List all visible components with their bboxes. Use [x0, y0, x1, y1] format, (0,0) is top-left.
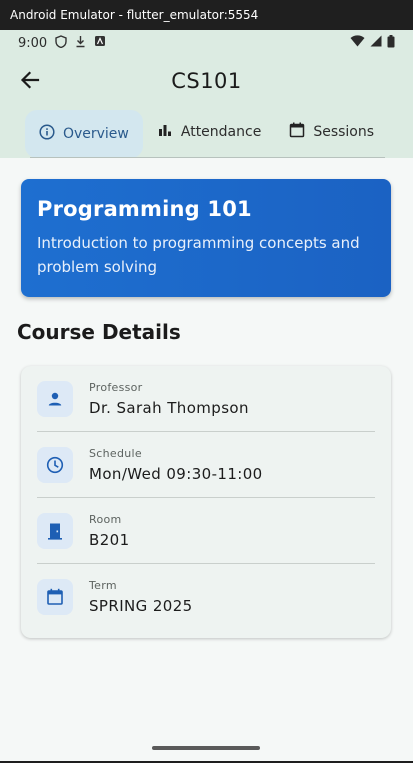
- download-icon: [75, 35, 86, 52]
- tab-divider: [30, 157, 385, 158]
- clock-icon: [37, 446, 73, 483]
- tab-bar: Overview Attendance Sessions: [0, 108, 413, 158]
- detail-value: Dr. Sarah Thompson: [89, 398, 249, 417]
- info-icon: [39, 124, 55, 144]
- tab-attendance-label: Attendance: [180, 124, 262, 140]
- status-right: [350, 34, 395, 52]
- person-icon: [37, 380, 73, 417]
- status-time: 9:00: [18, 35, 48, 51]
- course-details-card: Professor Dr. Sarah Thompson Schedule Mo…: [21, 366, 391, 638]
- detail-label: Term: [89, 579, 117, 592]
- detail-row-schedule: Schedule Mon/Wed 09:30-11:00: [37, 432, 375, 498]
- tab-attendance[interactable]: Attendance: [143, 108, 275, 156]
- detail-value: B201: [89, 530, 130, 549]
- home-indicator[interactable]: [152, 746, 260, 750]
- app-header: 9:00 CS101 Overview Attendance Sessions: [0, 30, 413, 158]
- tab-sessions-label: Sessions: [313, 124, 375, 140]
- status-left: 9:00: [18, 34, 106, 52]
- shield-icon: [55, 34, 67, 52]
- tab-overview[interactable]: Overview: [24, 110, 143, 158]
- detail-value: Mon/Wed 09:30-11:00: [89, 464, 263, 483]
- app-bar: CS101: [0, 56, 413, 108]
- course-hero-card: Programming 101 Introduction to programm…: [21, 179, 391, 297]
- detail-row-professor: Professor Dr. Sarah Thompson: [37, 366, 375, 432]
- battery-icon: [387, 34, 395, 52]
- section-title: Course Details: [17, 320, 181, 344]
- detail-row-term: Term SPRING 2025: [37, 564, 375, 630]
- calendar-icon: [289, 122, 305, 142]
- signal-icon: [370, 35, 382, 51]
- emulator-window-title: Android Emulator - flutter_emulator:5554: [0, 0, 413, 30]
- detail-row-room: Room B201: [37, 498, 375, 564]
- detail-label: Schedule: [89, 446, 142, 460]
- course-title: Programming 101: [37, 197, 252, 221]
- detail-label: Room: [89, 512, 122, 526]
- door-icon: [37, 512, 73, 549]
- status-bar: 9:00: [0, 30, 413, 56]
- device-screen: 9:00 CS101 Overview Attendance Sessions …: [0, 30, 413, 761]
- notification-icon: [94, 35, 106, 51]
- tab-sessions[interactable]: Sessions: [275, 108, 388, 156]
- detail-value: SPRING 2025: [89, 597, 193, 615]
- course-description: Introduction to programming concepts and…: [37, 234, 360, 276]
- wifi-icon: [350, 35, 365, 51]
- detail-label: Professor: [89, 380, 143, 394]
- bar-chart-icon: [157, 122, 173, 142]
- page-title: CS101: [171, 69, 242, 93]
- tab-overview-label: Overview: [62, 126, 129, 142]
- calendar-icon: [37, 579, 73, 615]
